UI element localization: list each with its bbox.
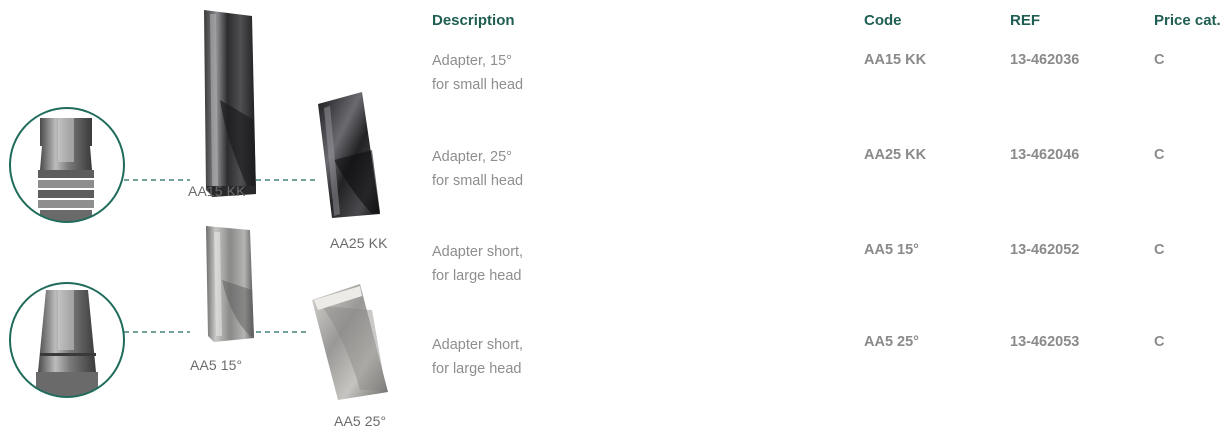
header-code: Code bbox=[864, 12, 902, 29]
description-line: Adapter short, bbox=[432, 244, 524, 260]
adapter-aa515-image bbox=[206, 226, 254, 342]
row-ref: 13-462052 bbox=[1010, 242, 1080, 258]
row-price: C bbox=[1154, 334, 1165, 350]
caption-aa515: AA5 15° bbox=[190, 357, 243, 373]
detail-circle-small-head bbox=[9, 107, 125, 223]
adapter-aa25kk-image bbox=[318, 92, 380, 218]
adapter-aa15kk-image bbox=[204, 10, 256, 197]
header-price-category: Price cat. bbox=[1154, 12, 1221, 29]
description-line: Adapter, 15° bbox=[432, 53, 512, 69]
header-ref: REF bbox=[1010, 12, 1040, 29]
description-line: for small head bbox=[432, 77, 524, 93]
row-description: Adapter, 15° for small head bbox=[432, 49, 523, 97]
row-ref: 13-462036 bbox=[1010, 52, 1080, 68]
caption-aa15kk: AA15 KK bbox=[188, 183, 246, 199]
description-line: for large head bbox=[432, 268, 522, 284]
caption-aa25kk: AA25 KK bbox=[330, 235, 388, 251]
header-description: Description bbox=[432, 12, 515, 29]
row-description: Adapter short, for large head bbox=[432, 333, 523, 381]
row-ref: 13-462053 bbox=[1010, 334, 1080, 350]
caption-aa525: AA5 25° bbox=[334, 413, 387, 429]
row-code: AA5 15° bbox=[864, 242, 919, 258]
row-price: C bbox=[1154, 52, 1165, 68]
product-illustrations: AA15 KK AA25 KK AA5 15° AA5 25° bbox=[0, 0, 410, 432]
row-price: C bbox=[1154, 242, 1165, 258]
row-code: AA5 25° bbox=[864, 334, 919, 350]
description-line: Adapter short, bbox=[432, 337, 524, 353]
detail-circle-large-head bbox=[9, 282, 125, 398]
description-line: Adapter, 25° bbox=[432, 149, 512, 165]
row-price: C bbox=[1154, 147, 1165, 163]
row-code: AA25 KK bbox=[864, 147, 927, 163]
row-description: Adapter short, for large head bbox=[432, 240, 523, 288]
row-description: Adapter, 25° for small head bbox=[432, 145, 523, 193]
description-line: for small head bbox=[432, 173, 524, 189]
adapter-aa525-image bbox=[312, 284, 388, 400]
description-line: for large head bbox=[432, 361, 522, 377]
row-ref: 13-462046 bbox=[1010, 147, 1080, 163]
row-code: AA15 KK bbox=[864, 52, 927, 68]
